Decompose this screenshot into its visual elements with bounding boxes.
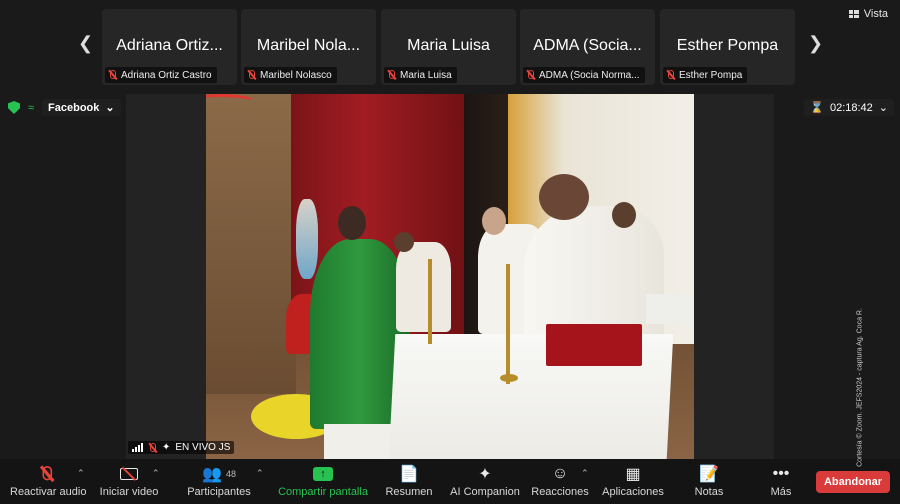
chevron-right-icon[interactable]: ❯ [808, 33, 823, 54]
chevron-up-icon[interactable]: ⌃ [256, 468, 264, 479]
more-button[interactable]: ••• Más [768, 464, 794, 498]
livestream-dropdown[interactable]: Facebook ⌄ [42, 99, 121, 116]
sparkle-icon: ✦ [478, 466, 492, 483]
summary-button[interactable]: 📄 Resumen [385, 464, 433, 498]
signal-strength-icon [132, 443, 143, 452]
participant-name: ADMA (Socia... [533, 37, 642, 54]
pin-icon: ✦ [162, 442, 171, 453]
participant-name: Maribel Nola... [256, 37, 361, 54]
participant-label: ADMA (Socia Norma... [523, 67, 645, 83]
participants-button[interactable]: 👥 48 Participantes [186, 464, 252, 498]
start-video-button[interactable]: Iniciar video [98, 464, 160, 498]
video-off-icon [98, 464, 160, 484]
view-button[interactable]: Vista [848, 8, 888, 20]
summary-icon: 📄 [399, 466, 419, 483]
chevron-left-icon[interactable]: ❮ [78, 33, 93, 54]
leave-button[interactable]: Abandonar [816, 471, 890, 493]
apps-button[interactable]: ▦ Aplicaciones [600, 464, 666, 498]
participant-label: Maribel Nolasco [244, 67, 337, 83]
video-status-bar: ✦ EN VIVO JS [128, 441, 235, 454]
hourglass-icon: ⌛ [810, 102, 824, 114]
mic-muted-icon [10, 464, 82, 484]
share-screen-icon: ↑ [277, 464, 369, 484]
chevron-up-icon[interactable]: ⌃ [581, 468, 589, 479]
video-status-label: EN VIVO JS [175, 442, 231, 453]
unmute-audio-button[interactable]: Reactivar audio [10, 464, 86, 498]
timer-value: 02:18:42 [829, 101, 873, 114]
apps-icon: ▦ [625, 466, 641, 483]
mic-muted-icon [108, 70, 117, 80]
photo-credit: Cortesía © Zoom. JEFS2024 - captura Ag. … [856, 308, 864, 467]
chevron-up-icon[interactable]: ⌃ [77, 468, 85, 479]
mic-muted-icon [247, 70, 256, 80]
mic-muted-icon [666, 70, 675, 80]
participant-tile[interactable]: Adriana Ortiz... Adriana Ortiz Castro [102, 9, 237, 85]
ai-companion-button[interactable]: ✦ AI Companion [450, 464, 520, 498]
participant-label: Maria Luisa [384, 67, 457, 83]
notes-icon: 📝 [699, 466, 719, 483]
mic-muted-icon [526, 70, 535, 80]
participant-name: Adriana Ortiz... [116, 37, 223, 54]
mic-muted-icon [387, 70, 396, 80]
meeting-timer[interactable]: ⌛ 02:18:42 ⌄ [804, 99, 894, 116]
participant-label: Adriana Ortiz Castro [105, 67, 217, 83]
chevron-down-icon: ⌄ [105, 102, 115, 114]
participant-tile[interactable]: ADMA (Socia... ADMA (Socia Norma... [520, 9, 655, 85]
wifi-signal-icon[interactable]: ≈ [28, 102, 34, 114]
meeting-toolbar: Reactivar audio ⌃ Iniciar video ⌃ 👥 48 Pa… [0, 459, 900, 504]
meeting-info-bar: ≈ Facebook ⌄ [8, 99, 121, 116]
notes-button[interactable]: 📝 Notas [692, 464, 726, 498]
more-icon: ••• [772, 465, 790, 482]
participant-label: Esther Pompa [663, 67, 748, 83]
grid-icon [848, 10, 859, 18]
participant-count: 48 [225, 469, 236, 479]
participant-tile[interactable]: Maria Luisa Maria Luisa [381, 9, 516, 85]
participant-name: Esther Pompa [676, 37, 779, 54]
participant-tile[interactable]: Esther Pompa Esther Pompa [660, 9, 795, 85]
share-screen-button[interactable]: ↑ Compartir pantalla [277, 464, 369, 498]
chevron-down-icon: ⌄ [878, 102, 888, 114]
video-feed[interactable] [206, 94, 694, 459]
shield-icon[interactable] [8, 101, 20, 114]
livestream-platform: Facebook [48, 101, 100, 114]
mic-muted-icon [148, 442, 157, 453]
chevron-up-icon[interactable]: ⌃ [152, 468, 160, 479]
view-button-label: Vista [863, 8, 888, 20]
participant-name: Maria Luisa [407, 37, 490, 54]
participant-tile[interactable]: Maribel Nola... Maribel Nolasco [241, 9, 376, 85]
participants-strip: ❮ Adriana Ortiz... Adriana Ortiz Castro … [78, 9, 828, 85]
people-icon: 👥 [202, 466, 222, 483]
